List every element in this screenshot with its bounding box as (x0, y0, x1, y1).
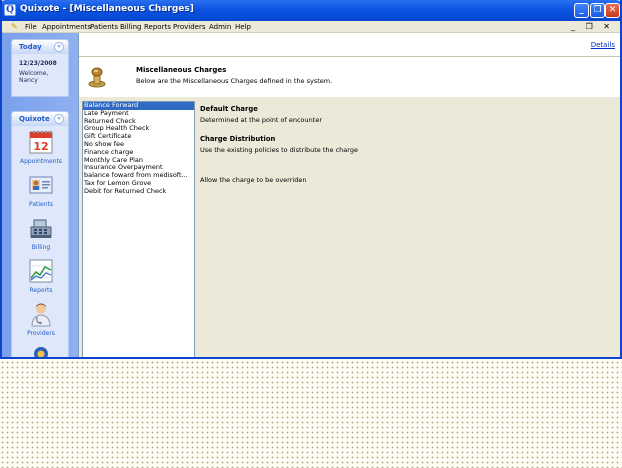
patient-card-icon (28, 172, 54, 198)
nav-appointments-label: Appointments (19, 158, 63, 165)
page-subtitle: Below are the Miscellaneous Charges defi… (136, 77, 333, 85)
menu-billing[interactable]: Billing (120, 22, 141, 32)
quixote-panel-header[interactable]: Quixote « (12, 112, 68, 126)
list-item[interactable]: Insurance Overpayment (83, 164, 194, 172)
list-item[interactable]: Returned Check (83, 118, 194, 126)
list-item[interactable]: Late Payment (83, 110, 194, 118)
page-header: Miscellaneous Charges Below are the Misc… (79, 57, 620, 97)
nav-providers-label: Providers (27, 330, 55, 337)
mdi-window-controls[interactable]: _ ❐ ✕ (571, 21, 614, 32)
menu-help[interactable]: Help (235, 22, 251, 32)
today-panel: Today « 12/23/2008 Welcome, Nancy (11, 39, 69, 97)
chart-icon (28, 258, 54, 284)
quixote-panel-title: Quixote (19, 115, 50, 123)
today-panel-title: Today (19, 43, 42, 51)
quixote-panel: Quixote « 12 Appointments Patients Billi… (11, 111, 70, 357)
svg-text:12: 12 (33, 140, 48, 153)
nav-patients[interactable]: Patients (12, 172, 70, 208)
menu-appointments[interactable]: Appointments (42, 22, 91, 32)
user-name: Nancy (19, 77, 38, 84)
minimize-button[interactable]: _ (574, 3, 589, 18)
title-bar[interactable]: Q Quixote - [Miscellaneous Charges] _ ❐ … (2, 0, 620, 21)
override-text: Allow the charge to be overriden (200, 176, 307, 184)
calendar-icon: 12 (28, 129, 54, 155)
charge-distribution-value: Use the existing policies to distribute … (200, 146, 358, 154)
charges-body: Balance Forward Late Payment Returned Ch… (79, 97, 620, 357)
menu-bar: ✎ File Appointments Patients Billing Rep… (2, 21, 620, 33)
admin-icon (28, 344, 54, 357)
maximize-button[interactable]: ❐ (590, 3, 605, 18)
close-button[interactable]: ✕ (605, 3, 620, 18)
welcome-text: Welcome, (19, 70, 49, 77)
cash-register-icon (28, 215, 54, 241)
menu-file[interactable]: File (25, 22, 37, 32)
menu-providers[interactable]: Providers (173, 22, 205, 32)
list-item[interactable]: Monthly Care Plan (83, 157, 194, 165)
list-item[interactable]: Debit for Returned Check (83, 188, 194, 196)
window-title: Quixote - [Miscellaneous Charges] (20, 4, 194, 14)
content-area: Details Miscellaneous Charges Below are … (78, 33, 620, 357)
nav-reports-label: Reports (29, 287, 53, 294)
page-title: Miscellaneous Charges (136, 66, 227, 74)
list-item[interactable]: Group Health Check (83, 125, 194, 133)
list-item[interactable]: No show fee (83, 141, 194, 149)
today-panel-header[interactable]: Today « (12, 40, 68, 54)
nav-reports[interactable]: Reports (12, 258, 70, 294)
list-item[interactable]: Finance charge (83, 149, 194, 157)
nav-billing-label: Billing (31, 244, 51, 251)
stamp-icon (87, 64, 107, 88)
list-item[interactable]: Tax for Lemon Grove (83, 180, 194, 188)
nav-patients-label: Patients (28, 201, 54, 208)
doctor-icon (28, 301, 54, 327)
application-window: Q Quixote - [Miscellaneous Charges] _ ❐ … (0, 0, 622, 359)
menu-reports[interactable]: Reports (144, 22, 171, 32)
details-link[interactable]: Details (591, 41, 615, 49)
default-charge-value: Determined at the point of encounter (200, 116, 322, 124)
list-item[interactable]: balance foward from medisoft... (83, 172, 194, 180)
menu-admin[interactable]: Admin (209, 22, 231, 32)
list-item[interactable]: Gift Certificate (83, 133, 194, 141)
list-item[interactable]: Balance Forward (83, 102, 194, 110)
collapse-quixote-icon[interactable]: « (54, 114, 64, 124)
nav-appointments[interactable]: 12 Appointments (12, 129, 70, 165)
charge-distribution-label: Charge Distribution (200, 135, 276, 143)
today-date: 12/23/2008 (19, 60, 57, 67)
nav-billing[interactable]: Billing (12, 215, 70, 251)
nav-providers[interactable]: Providers (12, 301, 70, 337)
menu-app-icon[interactable]: ✎ (11, 22, 20, 31)
details-bar: Details (79, 33, 620, 57)
collapse-today-icon[interactable]: « (54, 42, 64, 52)
charges-list[interactable]: Balance Forward Late Payment Returned Ch… (82, 101, 195, 357)
charge-detail: Default Charge Determined at the point o… (200, 105, 600, 184)
app-icon[interactable]: Q (4, 4, 16, 16)
nav-more[interactable] (12, 344, 70, 357)
default-charge-label: Default Charge (200, 105, 258, 113)
menu-patients[interactable]: Patients (90, 22, 118, 32)
navigation-pane: Today « 12/23/2008 Welcome, Nancy Quixot… (2, 33, 78, 357)
